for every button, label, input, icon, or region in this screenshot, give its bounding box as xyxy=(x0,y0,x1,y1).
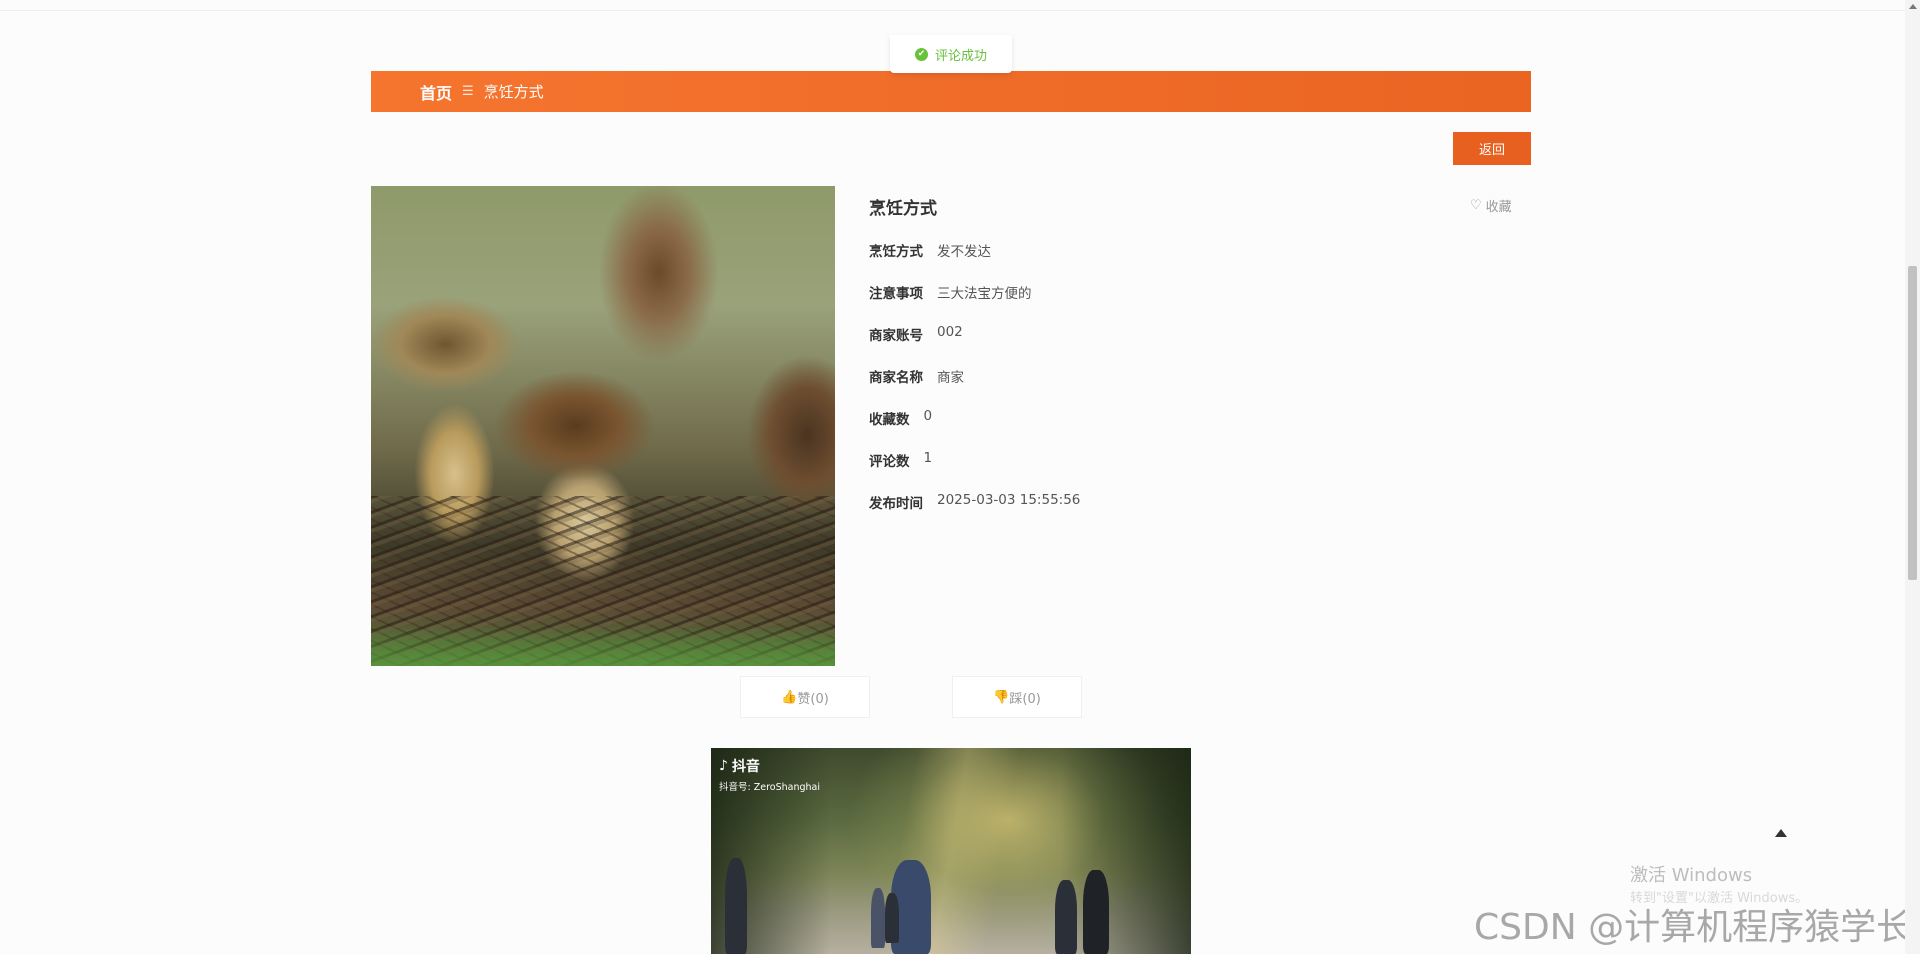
figure xyxy=(725,858,747,954)
check-circle-icon: ✔ xyxy=(914,47,928,61)
product-image xyxy=(371,186,835,666)
detail-row: 评论数 1 xyxy=(869,450,932,470)
scrollbar-thumb[interactable] xyxy=(1908,266,1917,580)
detail-row: 商家账号 002 xyxy=(869,324,963,344)
field-label: 商家账号 xyxy=(869,328,923,344)
success-toast: ✔ 评论成功 xyxy=(890,35,1012,73)
toast-message: 评论成功 xyxy=(934,48,987,64)
heart-icon: ♡ xyxy=(1470,198,1482,213)
field-value: 商家 xyxy=(937,370,964,386)
like-label: 赞(0) xyxy=(797,691,829,707)
field-label: 评论数 xyxy=(869,454,910,470)
breadcrumb-separator-icon: ☰ xyxy=(462,84,474,99)
brand-name: 抖音 xyxy=(731,759,760,775)
field-label: 烹饪方式 xyxy=(869,244,923,260)
page-scrollbar[interactable] xyxy=(1905,0,1920,954)
figure xyxy=(885,893,899,943)
detail-title: 烹饪方式 xyxy=(869,199,937,219)
back-to-top-icon[interactable] xyxy=(1775,829,1787,837)
detail-row: 商家名称 商家 xyxy=(869,366,964,386)
favorite-button[interactable]: ♡ 收藏 xyxy=(1470,196,1512,215)
video-player[interactable]: ♪ 抖音 抖音号: ZeroShanghai xyxy=(711,748,1191,954)
like-button[interactable]: 👍 赞(0) xyxy=(740,676,870,718)
field-value: 三大法宝方便的 xyxy=(937,286,1032,302)
field-label: 收藏数 xyxy=(869,412,910,428)
field-value: 发不发达 xyxy=(937,244,991,260)
scroll-up-icon[interactable] xyxy=(1909,4,1917,9)
music-note-icon: ♪ xyxy=(719,758,728,774)
figure xyxy=(1083,870,1109,954)
dislike-label: 踩(0) xyxy=(1009,691,1041,707)
field-value: 002 xyxy=(937,324,963,340)
douyin-logo: ♪ 抖音 xyxy=(719,756,760,776)
figure xyxy=(1055,880,1077,954)
back-button[interactable]: 返回 xyxy=(1453,132,1531,165)
windows-activation-title: 激活 Windows xyxy=(1630,865,1753,886)
field-value: 0 xyxy=(923,408,933,424)
field-label: 发布时间 xyxy=(869,496,923,512)
video-handle: 抖音号: ZeroShanghai xyxy=(719,782,820,793)
field-label: 注意事项 xyxy=(869,286,923,302)
field-value: 1 xyxy=(923,450,933,466)
breadcrumb-home[interactable]: 首页 xyxy=(420,80,452,104)
top-divider xyxy=(0,10,1920,11)
favorite-label: 收藏 xyxy=(1485,200,1512,215)
csdn-watermark: CSDN @计算机程序猿学长 xyxy=(1474,907,1913,948)
breadcrumb-current: 烹饪方式 xyxy=(483,83,544,101)
detail-row: 发布时间 2025-03-03 15:55:56 xyxy=(869,492,1080,512)
field-label: 商家名称 xyxy=(869,370,923,386)
field-value: 2025-03-03 15:55:56 xyxy=(937,492,1081,508)
detail-row: 收藏数 0 xyxy=(869,408,932,428)
thumbs-down-icon: 👎 xyxy=(993,689,1010,705)
detail-row: 烹饪方式 发不发达 xyxy=(869,240,991,260)
figure xyxy=(871,888,885,948)
detail-row: 注意事项 三大法宝方便的 xyxy=(869,282,1032,302)
thumbs-up-icon: 👍 xyxy=(781,689,798,705)
dislike-button[interactable]: 👎 踩(0) xyxy=(952,676,1082,718)
breadcrumb: 首页 ☰ 烹饪方式 xyxy=(371,71,1531,112)
